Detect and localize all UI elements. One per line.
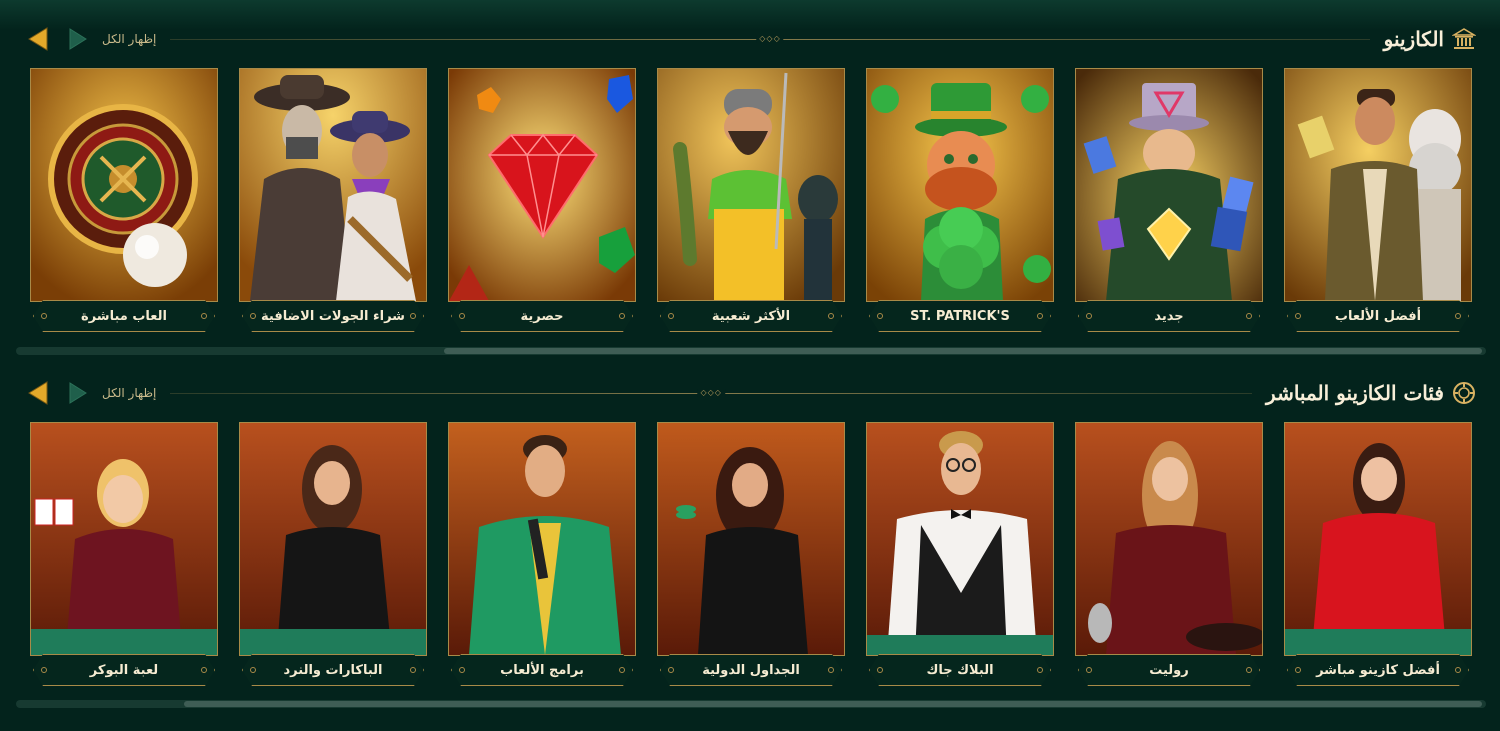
live-category-card[interactable]: الباكارات والنرد xyxy=(239,422,427,688)
leprechaun-clover-art xyxy=(867,69,1053,301)
live-category-card[interactable]: الجداول الدولية xyxy=(657,422,845,688)
horizontal-scrollbar[interactable] xyxy=(16,700,1486,708)
live-category-card[interactable]: روليت xyxy=(1075,422,1263,688)
game-card[interactable]: أفضل الألعاب xyxy=(1284,68,1472,334)
live-category-card[interactable]: أفضل كازينو مباشر xyxy=(1284,422,1472,688)
card-label: روليت xyxy=(1078,654,1260,686)
casino-section: إظهار الكل ◇◇◇ الكازينو العاب مباشرة شرا… xyxy=(0,0,1500,360)
live-casino-section: إظهار الكل ◇◇◇ فئات الكازينو المباشر لعب… xyxy=(0,360,1500,731)
arrow-right-icon xyxy=(69,382,87,404)
explorer-and-zeus-art xyxy=(1285,69,1471,301)
card-label: العاب مباشرة xyxy=(33,300,215,332)
dealer-black-dress-art xyxy=(240,423,426,655)
scroll-right-button[interactable] xyxy=(64,25,92,53)
casino-section-header: إظهار الكل ◇◇◇ الكازينو xyxy=(24,19,1476,59)
show-all-link[interactable]: إظهار الكل xyxy=(102,32,156,46)
dealer-cards-art xyxy=(31,423,217,655)
card-label: برامج الألعاب xyxy=(451,654,633,686)
dealer-vest-bowtie-art xyxy=(867,423,1053,655)
dealer-red-dress-art xyxy=(1285,423,1471,655)
card-label: شراء الجولات الاضافية xyxy=(242,300,424,332)
ruby-gem-art xyxy=(449,69,635,301)
live-casino-card-carousel: لعبة البوكر الباكارات والنرد برامج الألع… xyxy=(30,422,1472,688)
host-green-suit-art xyxy=(449,423,635,655)
live-category-card[interactable]: برامج الألعاب xyxy=(448,422,636,688)
live-category-card[interactable]: البلاك جاك xyxy=(866,422,1054,688)
card-label: جديد xyxy=(1078,300,1260,332)
live-casino-section-header: إظهار الكل ◇◇◇ فئات الكازينو المباشر xyxy=(24,373,1476,413)
card-label: أفضل كازينو مباشر xyxy=(1287,654,1469,686)
scrollbar-thumb[interactable] xyxy=(184,701,1482,707)
section-title: الكازينو xyxy=(1383,27,1444,51)
section-title: فئات الكازينو المباشر xyxy=(1266,381,1444,405)
game-card[interactable]: ST. PATRICK'S xyxy=(866,68,1054,334)
game-card[interactable]: جديد xyxy=(1075,68,1263,334)
scroll-right-button[interactable] xyxy=(64,379,92,407)
card-label: البلاك جاك xyxy=(869,654,1051,686)
fisherman-art xyxy=(658,69,844,301)
card-label: الأكثر شعبية xyxy=(660,300,842,332)
magician-cards-art xyxy=(1076,69,1262,301)
live-category-card[interactable]: لعبة البوكر xyxy=(30,422,218,688)
bank-building-icon xyxy=(1452,28,1476,50)
scrollbar-thumb[interactable] xyxy=(444,348,1482,354)
casino-chip-icon xyxy=(1452,381,1476,405)
header-divider: ◇◇◇ xyxy=(170,34,1370,43)
game-card[interactable]: حصرية xyxy=(448,68,636,334)
game-card[interactable]: العاب مباشرة xyxy=(30,68,218,334)
header-divider: ◇◇◇ xyxy=(170,388,1253,397)
card-label: لعبة البوكر xyxy=(33,654,215,686)
scroll-left-button[interactable] xyxy=(24,25,52,53)
game-card[interactable]: الأكثر شعبية xyxy=(657,68,845,334)
card-label: الباكارات والنرد xyxy=(242,654,424,686)
scroll-left-button[interactable] xyxy=(24,379,52,407)
casino-card-carousel: العاب مباشرة شراء الجولات الاضافية حصرية… xyxy=(30,68,1472,334)
arrow-right-icon xyxy=(69,28,87,50)
show-all-link[interactable]: إظهار الكل xyxy=(102,386,156,400)
arrow-left-icon xyxy=(28,381,48,405)
game-card[interactable]: شراء الجولات الاضافية xyxy=(239,68,427,334)
dealer-maroon-roulette-art xyxy=(1076,423,1262,655)
cowgirls-art xyxy=(240,69,426,301)
horizontal-scrollbar[interactable] xyxy=(16,347,1486,355)
card-label: الجداول الدولية xyxy=(660,654,842,686)
card-label: ST. PATRICK'S xyxy=(869,300,1051,332)
card-label: أفضل الألعاب xyxy=(1287,300,1469,332)
dealer-black-chips-art xyxy=(658,423,844,655)
card-label: حصرية xyxy=(451,300,633,332)
roulette-wheel-art xyxy=(31,69,217,301)
arrow-left-icon xyxy=(28,27,48,51)
